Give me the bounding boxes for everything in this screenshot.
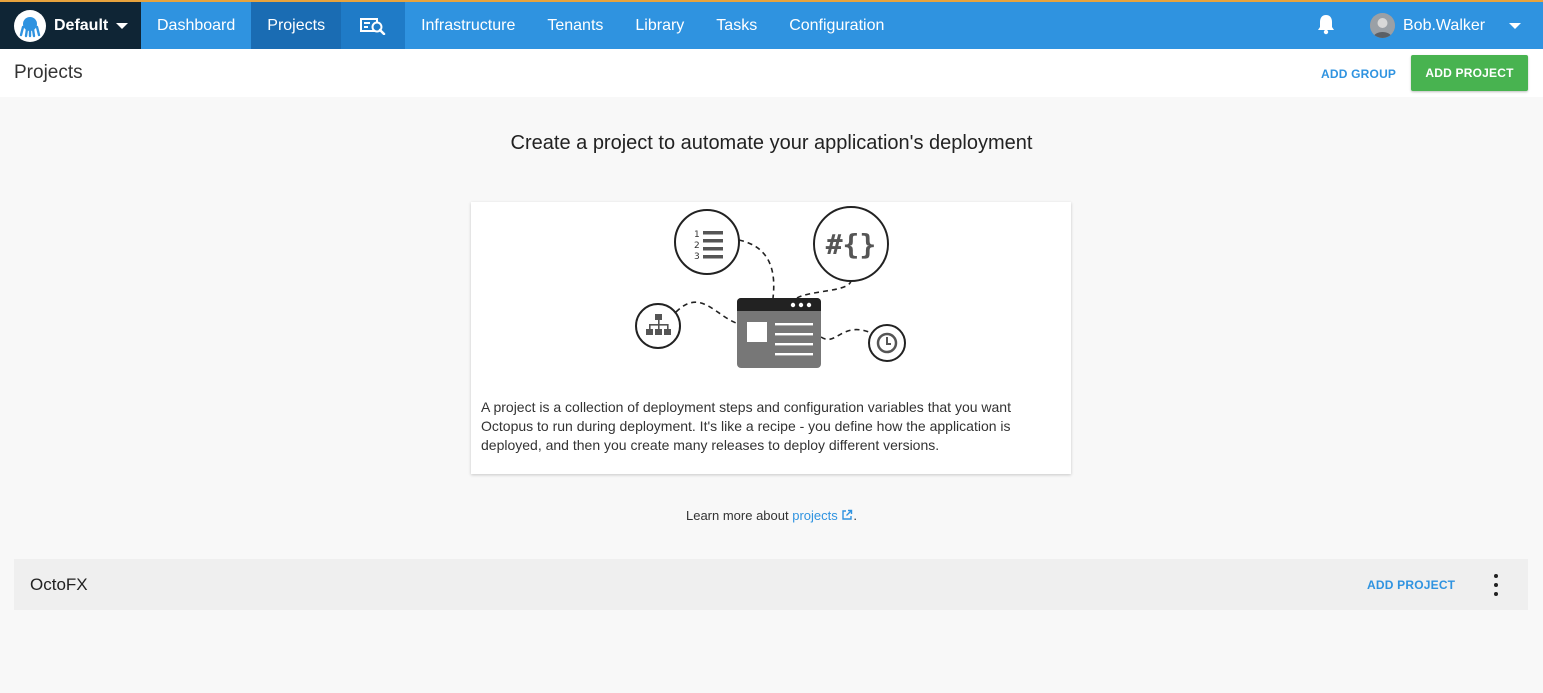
project-illustration: 1 2 3 #{} xyxy=(635,206,906,368)
learn-more-suffix: . xyxy=(853,508,857,523)
octopus-logo-icon xyxy=(14,9,46,42)
numbered-list-icon: 1 2 3 xyxy=(674,209,740,275)
svg-text:#{}: #{} xyxy=(826,228,877,261)
learn-more: Learn more about projects . xyxy=(0,508,1543,523)
projects-docs-link[interactable]: projects xyxy=(792,508,853,523)
external-link-icon xyxy=(842,509,853,520)
project-group-name: OctoFX xyxy=(30,575,88,594)
project-group-row: OctoFX ADD PROJECT xyxy=(14,559,1528,610)
nav-projects[interactable]: Projects xyxy=(251,2,342,49)
nav-tenants[interactable]: Tenants xyxy=(531,2,619,49)
add-group-button[interactable]: ADD GROUP xyxy=(1321,67,1396,81)
onboarding-description: A project is a collection of deployment … xyxy=(481,399,1011,453)
hierarchy-icon xyxy=(635,303,681,349)
group-add-project-button[interactable]: ADD PROJECT xyxy=(1367,578,1455,592)
nav-search-button[interactable] xyxy=(341,2,406,49)
nav-tasks[interactable]: Tasks xyxy=(700,2,773,49)
learn-more-prefix: Learn more about xyxy=(685,508,793,523)
page-header: Projects ADD GROUP ADD PROJECT xyxy=(0,49,1543,97)
overflow-menu-icon[interactable] xyxy=(1484,574,1508,596)
user-name: Bob.Walker xyxy=(1403,16,1486,34)
main-nav: Dashboard Projects Infrastructure Tenant… xyxy=(141,2,900,49)
add-project-button[interactable]: ADD PROJECT xyxy=(1411,55,1528,91)
avatar xyxy=(1370,13,1395,38)
chevron-down-icon xyxy=(116,22,129,29)
svg-text:2: 2 xyxy=(694,241,700,251)
svg-text:3: 3 xyxy=(694,252,700,262)
user-menu[interactable]: Bob.Walker xyxy=(1370,2,1485,49)
space-name: Default xyxy=(54,16,109,34)
nav-library[interactable]: Library xyxy=(619,2,700,49)
nav-configuration[interactable]: Configuration xyxy=(773,2,900,49)
space-switcher[interactable]: Default xyxy=(0,2,141,49)
user-chevron-down-icon[interactable] xyxy=(1509,23,1521,29)
top-navigation-bar: Default Dashboard Projects Infrastructur… xyxy=(0,0,1543,49)
nav-dashboard[interactable]: Dashboard xyxy=(141,2,251,49)
variables-icon: #{} xyxy=(813,206,889,282)
search-icon xyxy=(360,17,386,35)
notifications-bell-icon[interactable] xyxy=(1316,13,1336,40)
onboarding-card: 1 2 3 #{} A project is a collection of d… xyxy=(471,202,1071,474)
clock-icon xyxy=(868,324,906,362)
application-window-icon xyxy=(737,298,821,368)
svg-text:1: 1 xyxy=(694,230,700,240)
onboarding-title: Create a project to automate your applic… xyxy=(510,132,1033,154)
nav-infrastructure[interactable]: Infrastructure xyxy=(405,2,531,49)
page-title: Projects xyxy=(14,62,83,83)
